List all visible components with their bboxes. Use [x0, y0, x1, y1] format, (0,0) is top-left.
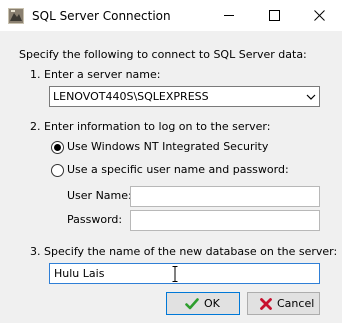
window-title: SQL Server Connection [32, 9, 171, 23]
specific-credentials-label[interactable]: Use a specific user name and password: [67, 163, 289, 177]
database-name-label: 3. Specify the name of the new database … [30, 245, 338, 258]
green-checkmark-icon [185, 298, 199, 310]
maximize-button[interactable] [252, 0, 297, 31]
server-name-value: LENOVOT440S\SQLEXPRESS [53, 90, 209, 103]
minimize-icon [224, 15, 234, 16]
ok-button[interactable]: OK [166, 292, 240, 315]
red-x-icon [260, 298, 272, 310]
cancel-button-label: Cancel [277, 297, 315, 310]
radio-selected-dot [54, 144, 61, 151]
password-input[interactable] [130, 210, 320, 231]
logon-info-label: 2. Enter information to log on to the se… [30, 120, 271, 133]
server-name-combobox[interactable]: LENOVOT440S\SQLEXPRESS [49, 86, 320, 107]
password-label: Password: [67, 213, 123, 226]
windows-security-radio[interactable] [51, 141, 64, 154]
server-name-label: 1. Enter a server name: [30, 68, 161, 81]
sql-server-app-icon [8, 8, 24, 24]
windows-security-label[interactable]: Use Windows NT Integrated Security [67, 140, 268, 154]
cancel-button[interactable]: Cancel [247, 292, 320, 315]
database-name-value: Hulu Lais [54, 267, 105, 280]
user-name-label: User Name: [67, 189, 132, 202]
minimize-button[interactable] [207, 0, 252, 31]
intro-text: Specify the following to connect to SQL … [19, 48, 307, 61]
title-bar[interactable]: SQL Server Connection [0, 0, 342, 31]
database-name-input[interactable]: Hulu Lais [49, 263, 320, 284]
chevron-down-icon [306, 94, 316, 100]
sql-server-connection-dialog: SQL Server Connection Specify the follow… [0, 0, 342, 323]
user-name-input[interactable] [130, 186, 320, 207]
close-icon [314, 10, 325, 21]
ok-button-label: OK [204, 297, 220, 310]
close-button[interactable] [297, 0, 342, 31]
specific-credentials-radio[interactable] [51, 164, 64, 177]
maximize-icon [269, 10, 280, 21]
text-cursor-icon [172, 266, 178, 282]
